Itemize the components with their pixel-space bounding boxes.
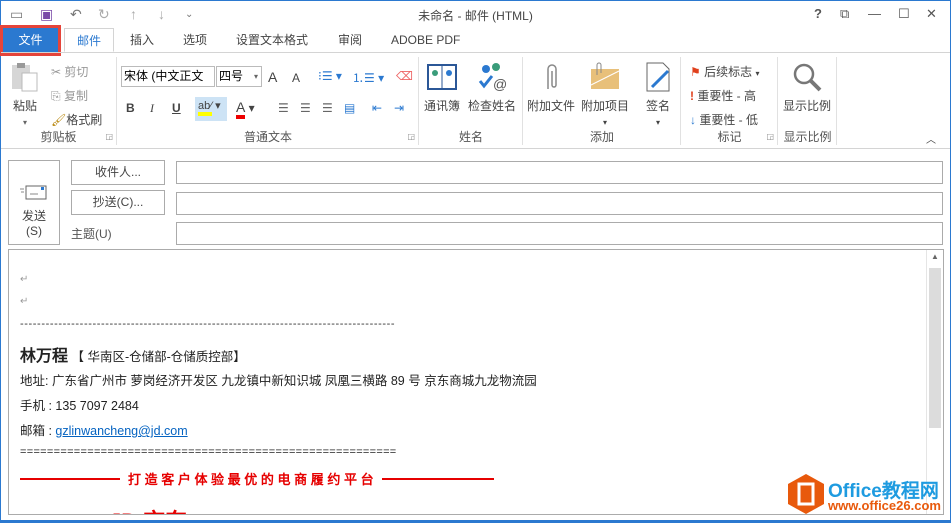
copy-icon: ⎘: [51, 89, 64, 103]
address-book-button[interactable]: 通讯簿: [424, 61, 460, 114]
scissors-icon: ✂: [51, 65, 65, 79]
underline-button[interactable]: U: [172, 101, 181, 115]
dash-separator: ----------------------------------------…: [20, 318, 396, 330]
group-label: 显示比例: [783, 130, 832, 144]
arrow-down-icon: ↓: [690, 113, 700, 127]
font-color-button[interactable]: A ▾: [236, 99, 255, 119]
group-label: 添加: [589, 130, 614, 144]
check-names-button[interactable]: @ 检查姓名: [468, 61, 516, 114]
phone-line: 手机 : 135 7097 2484: [20, 399, 139, 413]
address-book-icon: [427, 64, 457, 90]
increase-indent-button[interactable]: ⇥: [394, 101, 404, 115]
cc-button[interactable]: 抄送(C)...: [71, 190, 165, 215]
align-left-button[interactable]: ☰: [278, 101, 289, 115]
dialog-launcher-icon[interactable]: ◲: [766, 132, 774, 141]
tab-file[interactable]: 文件: [0, 25, 61, 56]
highlight-icon: ab⁄: [198, 100, 213, 116]
shrink-font-button[interactable]: A: [292, 71, 300, 85]
minimize-button[interactable]: —: [868, 6, 881, 21]
group-label: 普通文本: [243, 130, 292, 144]
group-include: 附加文件 附加项目 ▾ 签名 ▾ 添加: [524, 57, 681, 145]
to-field[interactable]: [176, 161, 943, 184]
close-button[interactable]: ✕: [926, 6, 937, 22]
scroll-thumb[interactable]: [929, 268, 941, 428]
slogan-line: 打 造 客 户 体 验 最 优 的 电 商 履 约 平 台: [20, 469, 494, 488]
tab-options[interactable]: 选项: [171, 28, 219, 52]
cc-field[interactable]: [176, 192, 943, 215]
collapse-ribbon-icon[interactable]: ︿: [926, 131, 936, 146]
scroll-up-icon[interactable]: ▲: [931, 252, 939, 261]
group-label: 姓名: [458, 130, 483, 144]
group-clipboard: 粘贴 ▾ ✂ 剪切 ⎘ 复制 🖌格式刷 剪贴板 ◲: [1, 57, 117, 145]
highlight-button[interactable]: ab⁄ ▾: [195, 97, 227, 121]
italic-button[interactable]: I: [150, 101, 154, 116]
clear-formatting-icon[interactable]: ⌫: [396, 69, 413, 83]
signature-name-line: 林万程 【 华南区-仓储部-仓储质控部】: [20, 348, 246, 365]
help-button[interactable]: ?: [814, 6, 822, 21]
subject-label: 主题(U): [71, 227, 112, 241]
signature-icon: [646, 62, 670, 92]
signature-button[interactable]: 签名 ▾: [642, 61, 674, 128]
magnifier-icon: [793, 63, 822, 92]
bullets-button[interactable]: ⁝☰ ▾: [318, 69, 342, 83]
zoom-button[interactable]: 显示比例: [783, 61, 831, 114]
dialog-launcher-icon[interactable]: ◲: [407, 132, 415, 141]
tab-adobe-pdf[interactable]: ADOBE PDF: [379, 28, 472, 52]
svg-text:@: @: [493, 76, 507, 92]
flag-icon: ⚑: [690, 65, 705, 79]
attach-file-button[interactable]: 附加文件: [527, 61, 575, 114]
send-button[interactable]: 发送 (S): [8, 160, 60, 245]
send-envelope-icon: [20, 185, 47, 200]
font-size-combo[interactable]: 四号 ▾: [216, 66, 262, 87]
cut-button[interactable]: ✂ 剪切: [51, 63, 88, 80]
address-line: 地址: 广东省广州市 萝岗经济开发区 九龙镇中新知识城 凤凰三横路 89 号 京…: [20, 374, 537, 388]
group-label: 剪贴板: [40, 130, 77, 144]
to-button[interactable]: 收件人...: [71, 160, 165, 185]
subject-field[interactable]: [176, 222, 943, 245]
tab-message[interactable]: 邮件: [64, 28, 115, 52]
paperclip-icon: [547, 64, 557, 89]
grow-font-button[interactable]: A: [268, 69, 277, 85]
group-label: 标记: [717, 130, 742, 144]
jd-logo: JD 京东: [109, 504, 187, 514]
format-painter-button[interactable]: 🖌格式刷: [51, 111, 102, 128]
email-line: 邮箱 : gzlinwancheng@jd.com: [20, 424, 188, 438]
tab-review[interactable]: 审阅: [326, 28, 374, 52]
ribbon-display-options-button[interactable]: ⧉: [840, 6, 849, 22]
numbering-button[interactable]: ⒈☰ ▾: [352, 69, 384, 86]
check-names-icon: @: [478, 63, 507, 92]
tab-format-text[interactable]: 设置文本格式: [224, 28, 320, 52]
align-right-button[interactable]: ☰: [322, 101, 333, 115]
paste-icon: [12, 63, 38, 92]
low-importance-button[interactable]: ↓ 重要性 - 低: [690, 111, 758, 128]
email-link[interactable]: gzlinwancheng@jd.com: [55, 424, 187, 438]
attach-item-button[interactable]: 附加项目 ▾: [581, 61, 629, 128]
font-name-combo[interactable]: 宋体 (中文正文: [121, 66, 215, 87]
center-button[interactable]: ☰: [300, 101, 311, 115]
paste-button[interactable]: 粘贴 ▾: [9, 61, 41, 128]
justify-button[interactable]: ▤: [344, 101, 355, 115]
tab-insert[interactable]: 插入: [118, 28, 166, 52]
office-logo-icon: [788, 474, 824, 514]
group-names: 通讯簿 @ 检查姓名 姓名: [420, 57, 523, 145]
group-zoom: 显示比例 显示比例: [779, 57, 837, 145]
decrease-indent-button[interactable]: ⇤: [372, 101, 382, 115]
envelope-attach-icon: [590, 62, 620, 89]
follow-up-button[interactable]: ⚑ 后续标志 ▾: [690, 63, 759, 80]
group-tags: ⚑ 后续标志 ▾ ! 重要性 - 高 ↓ 重要性 - 低 标记 ◲: [682, 57, 778, 145]
brush-icon: 🖌: [51, 113, 67, 127]
maximize-button[interactable]: ☐: [898, 6, 910, 22]
copy-button[interactable]: ⎘ 复制: [51, 87, 88, 104]
high-importance-button[interactable]: ! 重要性 - 高: [690, 87, 756, 104]
window-title: 未命名 - 邮件 (HTML): [418, 9, 533, 23]
vertical-scrollbar[interactable]: ▲: [926, 250, 943, 514]
dialog-launcher-icon[interactable]: ◲: [105, 132, 113, 141]
bold-button[interactable]: B: [126, 101, 135, 115]
equals-separator: ========================================…: [20, 446, 397, 458]
